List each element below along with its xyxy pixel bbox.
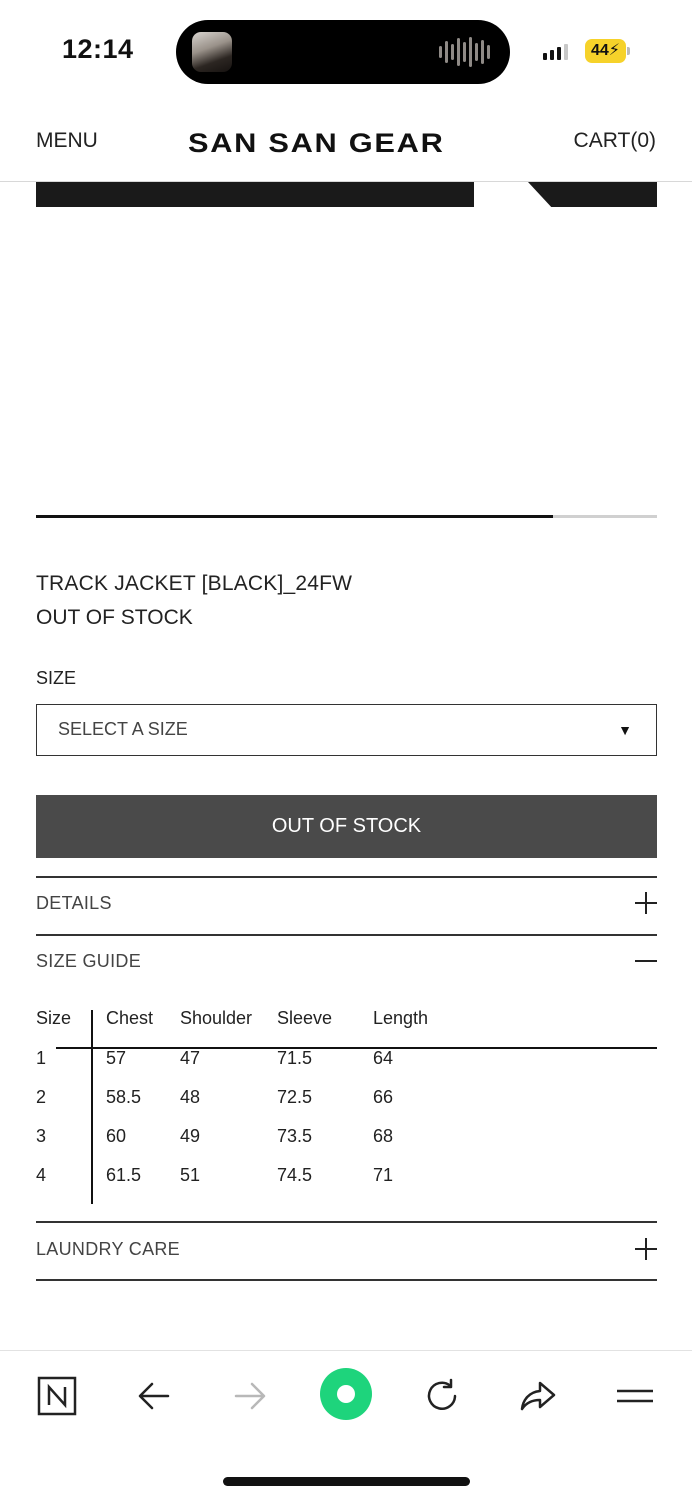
table-cell: 3	[36, 1126, 47, 1146]
table-cell: 68	[373, 1126, 394, 1146]
table-cell: 71	[373, 1165, 394, 1185]
reload-icon[interactable]	[418, 1372, 466, 1420]
expand-plus-icon[interactable]	[635, 1238, 657, 1260]
divider	[36, 876, 657, 878]
size-select-value: SELECT A SIZE	[58, 719, 188, 739]
details-accordion-label[interactable]: DETAILS	[36, 893, 112, 914]
table-header-cell: Shoulder	[180, 1008, 253, 1028]
size-label: SIZE	[36, 668, 77, 688]
cart-link[interactable]: CART(0)	[574, 129, 656, 153]
divider	[36, 934, 657, 936]
size-guide-accordion-label[interactable]: SIZE GUIDE	[36, 951, 141, 972]
table-cell: 1	[36, 1048, 47, 1068]
table-cell: 58.5	[106, 1087, 142, 1107]
product-image-next[interactable]	[528, 182, 657, 207]
now-playing-thumbnail[interactable]	[192, 32, 232, 72]
divider	[36, 1279, 657, 1281]
table-cell: 47	[180, 1048, 201, 1068]
forward-arrow-icon[interactable]	[226, 1372, 274, 1420]
out-of-stock-button[interactable]: OUT OF STOCK	[36, 795, 657, 858]
home-indicator[interactable]	[223, 1477, 470, 1486]
table-cell: 61.5	[106, 1165, 142, 1185]
table-header-cell: Length	[373, 1008, 429, 1028]
gallery-progress-bar	[36, 515, 657, 518]
divider	[36, 1221, 657, 1223]
stock-status: OUT OF STOCK	[36, 606, 193, 629]
laundry-care-accordion-label[interactable]: LAUNDRY CARE	[36, 1239, 180, 1260]
naver-icon[interactable]	[33, 1372, 81, 1420]
gallery-progress-fill	[36, 515, 554, 518]
table-cell: 73.5	[277, 1126, 313, 1146]
table-header-cell: Size	[36, 1008, 72, 1028]
collapse-minus-icon[interactable]	[635, 950, 657, 972]
product-image[interactable]	[36, 182, 474, 207]
table-cell: 71.5	[277, 1048, 313, 1068]
table-cell: 72.5	[277, 1087, 313, 1107]
battery-indicator: 44⚡	[585, 39, 626, 63]
dropdown-arrow-icon: ▼	[618, 722, 632, 738]
hamburger-menu-icon[interactable]	[611, 1372, 659, 1420]
table-header-cell: Chest	[106, 1008, 154, 1028]
dynamic-island[interactable]	[176, 20, 510, 84]
expand-plus-icon[interactable]	[635, 892, 657, 914]
table-cell: 66	[373, 1087, 394, 1107]
status-time: 12:14	[62, 34, 134, 64]
charging-bolt-icon: ⚡	[608, 42, 621, 59]
product-title: TRACK JACKET [BLACK]_24FW	[36, 572, 353, 595]
table-cell: 4	[36, 1165, 47, 1185]
back-arrow-icon[interactable]	[130, 1372, 178, 1420]
battery-cap	[627, 47, 630, 55]
table-cell: 57	[106, 1048, 127, 1068]
table-cell: 51	[180, 1165, 201, 1185]
share-icon[interactable]	[514, 1372, 562, 1420]
table-cell: 64	[373, 1048, 394, 1068]
table-cell: 2	[36, 1087, 47, 1107]
table-column-rule	[91, 1010, 93, 1204]
table-header-cell: Sleeve	[277, 1008, 333, 1028]
table-cell: 48	[180, 1087, 201, 1107]
table-cell: 74.5	[277, 1165, 313, 1185]
green-dot-icon[interactable]	[318, 1366, 374, 1422]
cellular-signal-icon	[543, 44, 568, 60]
table-cell: 49	[180, 1126, 201, 1146]
size-select[interactable]: SELECT A SIZE ▼	[36, 704, 657, 756]
audio-waveform-icon	[439, 36, 490, 68]
brand-logo[interactable]: SAN SAN GEAR	[188, 128, 445, 159]
menu-link[interactable]: MENU	[36, 129, 98, 153]
table-cell: 60	[106, 1126, 127, 1146]
battery-level: 44	[590, 42, 609, 59]
table-header-rule	[56, 1047, 657, 1049]
